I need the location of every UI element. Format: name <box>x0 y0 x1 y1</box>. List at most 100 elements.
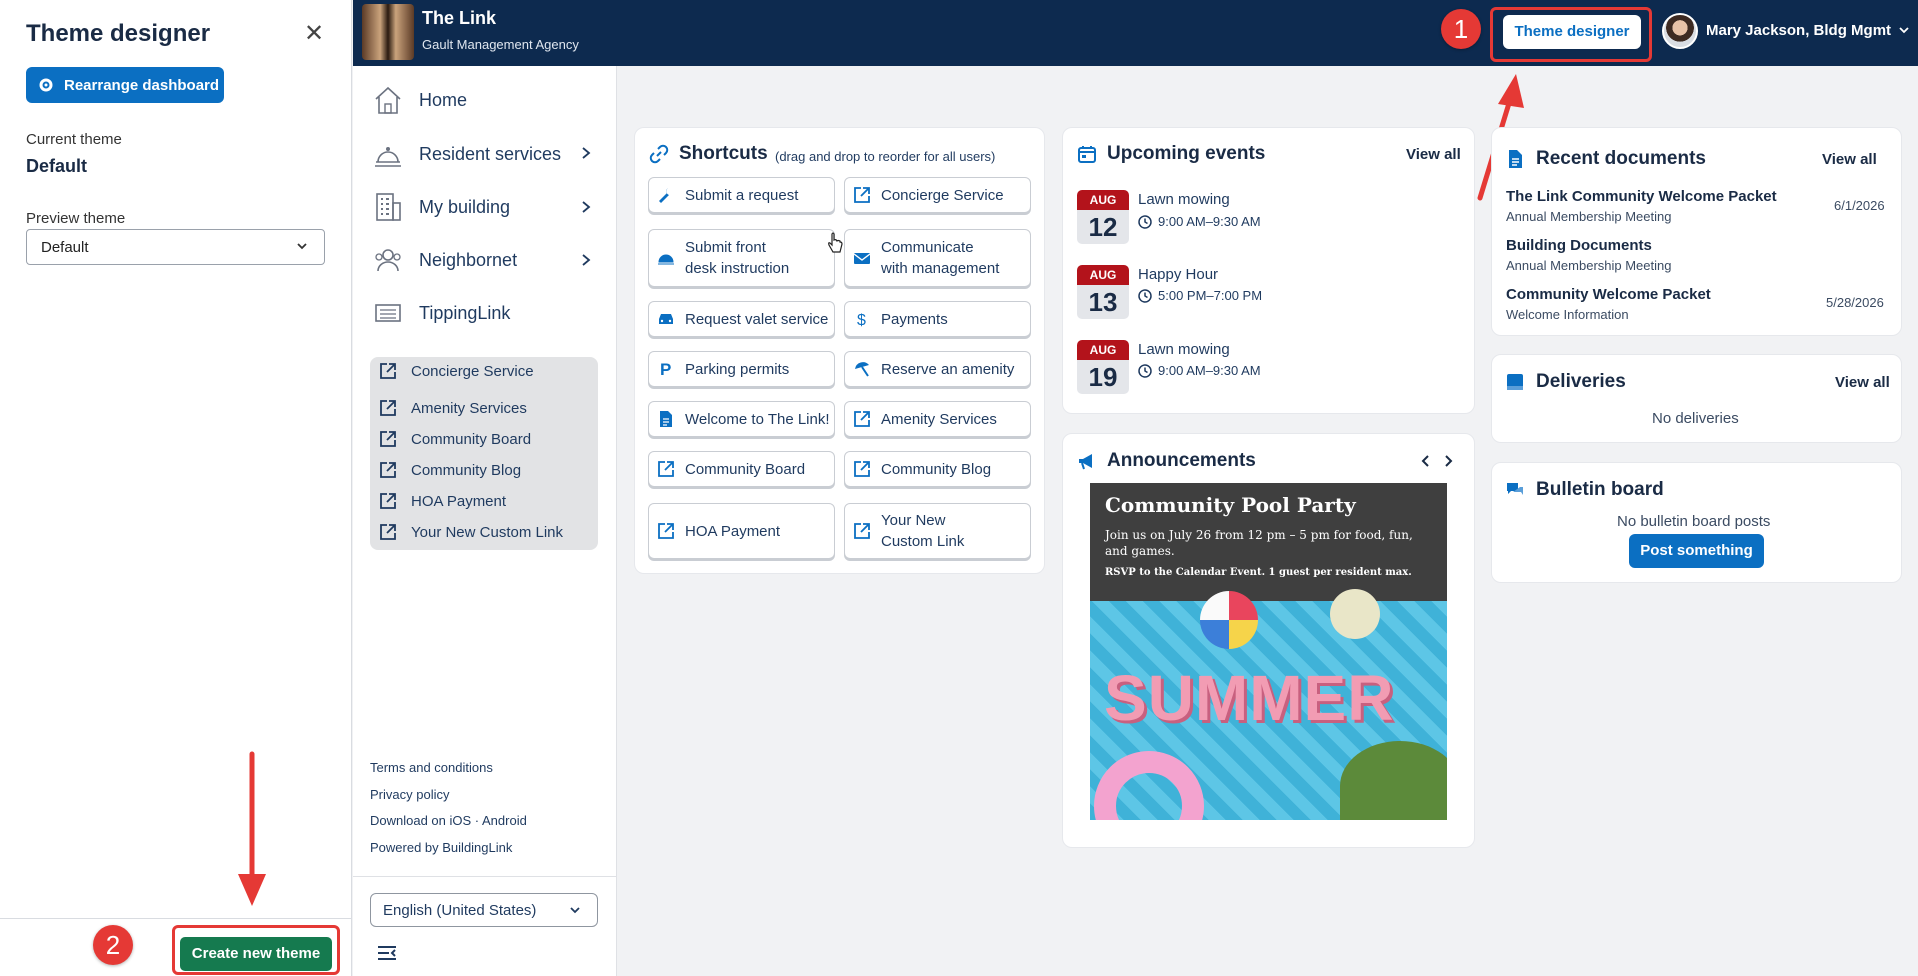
preview-theme-select[interactable]: Default <box>26 229 325 265</box>
shortcut-label: Reserve an amenity <box>881 360 1015 378</box>
documents-view-all-link[interactable]: View all <box>1822 151 1877 168</box>
nav-link-community-blog[interactable]: Community Blog <box>379 461 521 479</box>
nav-link-hoa-payment[interactable]: HOA Payment <box>379 492 506 510</box>
hand-cursor-icon <box>828 232 843 253</box>
deliveries-view-all-link[interactable]: View all <box>1835 374 1890 391</box>
shortcut-label: Concierge Service <box>881 186 1004 204</box>
shortcut-submit-request[interactable]: Submit a request <box>648 177 835 213</box>
shortcut-label: Community Blog <box>881 460 992 478</box>
event-time-text: 9:00 AM–9:30 AM <box>1158 214 1261 229</box>
shortcuts-title: Shortcuts <box>679 143 768 164</box>
language-value: English (United States) <box>383 902 537 919</box>
collapse-menu-icon[interactable] <box>376 944 398 962</box>
shortcut-custom-link[interactable]: Your New Custom Link <box>844 503 1031 559</box>
shortcut-label: HOA Payment <box>685 522 781 540</box>
shortcut-reserve-amenity[interactable]: Reserve an amenity <box>844 351 1031 387</box>
shortcut-label-line1: Submit front <box>685 239 766 256</box>
event-day: 19 <box>1077 360 1129 394</box>
events-view-all-link[interactable]: View all <box>1406 146 1461 163</box>
shortcut-hoa-payment[interactable]: HOA Payment <box>648 503 835 559</box>
wrench-icon <box>659 188 669 203</box>
chevron-right-icon <box>582 201 591 213</box>
shortcut-payments[interactable]: $ Payments <box>844 301 1031 337</box>
announcement-slide[interactable]: Community Pool Party Join us on July 26 … <box>1090 483 1447 820</box>
external-link-icon <box>658 523 674 539</box>
shortcut-welcome[interactable]: Welcome to The Link! <box>648 401 835 437</box>
shortcut-concierge-service[interactable]: Concierge Service <box>844 177 1031 213</box>
document-icon <box>660 411 672 427</box>
external-link-icon <box>380 400 396 416</box>
nav-link-label: Amenity Services <box>411 399 527 417</box>
chat-bubbles-icon <box>1507 483 1523 495</box>
chevron-down-icon <box>570 907 580 914</box>
document-title[interactable]: The Link Community Welcome Packet <box>1506 188 1777 205</box>
chevron-right-icon[interactable] <box>1441 454 1455 468</box>
nav-link-amenity-services[interactable]: Amenity Services <box>379 399 527 417</box>
shortcut-parking-permits[interactable]: P Parking permits <box>648 351 835 387</box>
nav-item-home[interactable]: Home <box>371 80 467 120</box>
building-logo <box>362 4 414 60</box>
nav-item-resident-services[interactable]: Resident services <box>371 134 561 174</box>
shortcut-amenity-services[interactable]: Amenity Services <box>844 401 1031 437</box>
event-month: AUG <box>1077 265 1129 285</box>
list-icon <box>371 296 405 330</box>
deliveries-card <box>1491 354 1902 443</box>
shortcut-label-line2: with management <box>881 260 1000 277</box>
clock-icon <box>1138 363 1152 378</box>
shortcut-communicate-management[interactable]: Communicate with management <box>844 229 1031 287</box>
package-icon <box>1507 374 1523 390</box>
nav-link-label: Concierge Service <box>411 362 534 380</box>
event-name[interactable]: Happy Hour <box>1138 266 1218 283</box>
shortcut-front-desk-instruction[interactable]: Submit front desk instruction <box>648 229 835 287</box>
current-theme-value: Default <box>26 156 88 176</box>
float-ring-image <box>1094 751 1204 820</box>
avatar[interactable] <box>1662 13 1698 49</box>
event-name[interactable]: Lawn mowing <box>1138 341 1230 358</box>
preview-theme-value: Default <box>41 239 89 256</box>
terms-link[interactable]: Terms and conditions <box>370 760 493 775</box>
shortcut-request-valet[interactable]: Request valet service <box>648 301 835 337</box>
user-menu-name[interactable]: Mary Jackson, Bldg Mgmt <box>1706 22 1891 39</box>
nav-link-label: Community Blog <box>411 461 522 479</box>
chevron-left-icon[interactable] <box>1419 454 1433 468</box>
document-date: 5/28/2026 <box>1826 295 1884 310</box>
close-icon[interactable]: ✕ <box>300 20 328 48</box>
bulletin-empty-message: No bulletin board posts <box>1617 513 1771 530</box>
nav-link-community-board[interactable]: Community Board <box>379 430 531 448</box>
nav-item-my-building[interactable]: My building <box>371 187 510 227</box>
external-link-icon <box>854 523 870 539</box>
nav-link-concierge-service[interactable]: Concierge Service <box>379 362 534 380</box>
chevron-down-icon <box>297 243 307 250</box>
powered-by-link[interactable]: Powered by BuildingLink <box>370 840 512 855</box>
post-something-button[interactable]: Post something <box>1629 534 1764 568</box>
create-new-theme-button[interactable]: Create new theme <box>180 937 332 971</box>
language-select[interactable]: English (United States) <box>370 893 598 927</box>
shortcut-community-blog[interactable]: Community Blog <box>844 451 1031 487</box>
theme-designer-button[interactable]: Theme designer <box>1503 15 1641 49</box>
megaphone-icon <box>1079 454 1092 470</box>
dollar-icon: $ <box>857 312 866 328</box>
nav-item-neighbornet[interactable]: Neighbornet <box>371 240 517 280</box>
announcements-title: Announcements <box>1107 450 1256 471</box>
privacy-link[interactable]: Privacy policy <box>370 787 449 802</box>
bulletin-board-title: Bulletin board <box>1536 479 1664 500</box>
shortcut-community-board[interactable]: Community Board <box>648 451 835 487</box>
download-apps-link[interactable]: Download on iOS · Android <box>370 813 527 828</box>
rearrange-dashboard-button[interactable]: Rearrange dashboard <box>26 67 224 103</box>
chevron-right-icon <box>582 254 591 266</box>
nav-link-custom-link[interactable]: Your New Custom Link <box>379 523 563 541</box>
document-title[interactable]: Community Welcome Packet <box>1506 286 1711 303</box>
document-title[interactable]: Building Documents <box>1506 237 1652 254</box>
chevron-down-icon[interactable] <box>1898 24 1910 36</box>
nav-item-label: Neighbornet <box>419 249 518 270</box>
nav-item-label: Home <box>419 89 468 110</box>
calendar-icon <box>1078 146 1096 163</box>
service-bell-icon <box>371 137 405 171</box>
external-link-icon <box>380 462 396 478</box>
beach-ball-image <box>1200 591 1258 649</box>
event-time-text: 5:00 PM–7:00 PM <box>1158 288 1263 303</box>
nav-link-label: Community Board <box>411 430 532 448</box>
nav-item-tippinglink[interactable]: TippingLink <box>371 293 510 333</box>
parking-icon: P <box>660 360 671 378</box>
event-name[interactable]: Lawn mowing <box>1138 191 1230 208</box>
